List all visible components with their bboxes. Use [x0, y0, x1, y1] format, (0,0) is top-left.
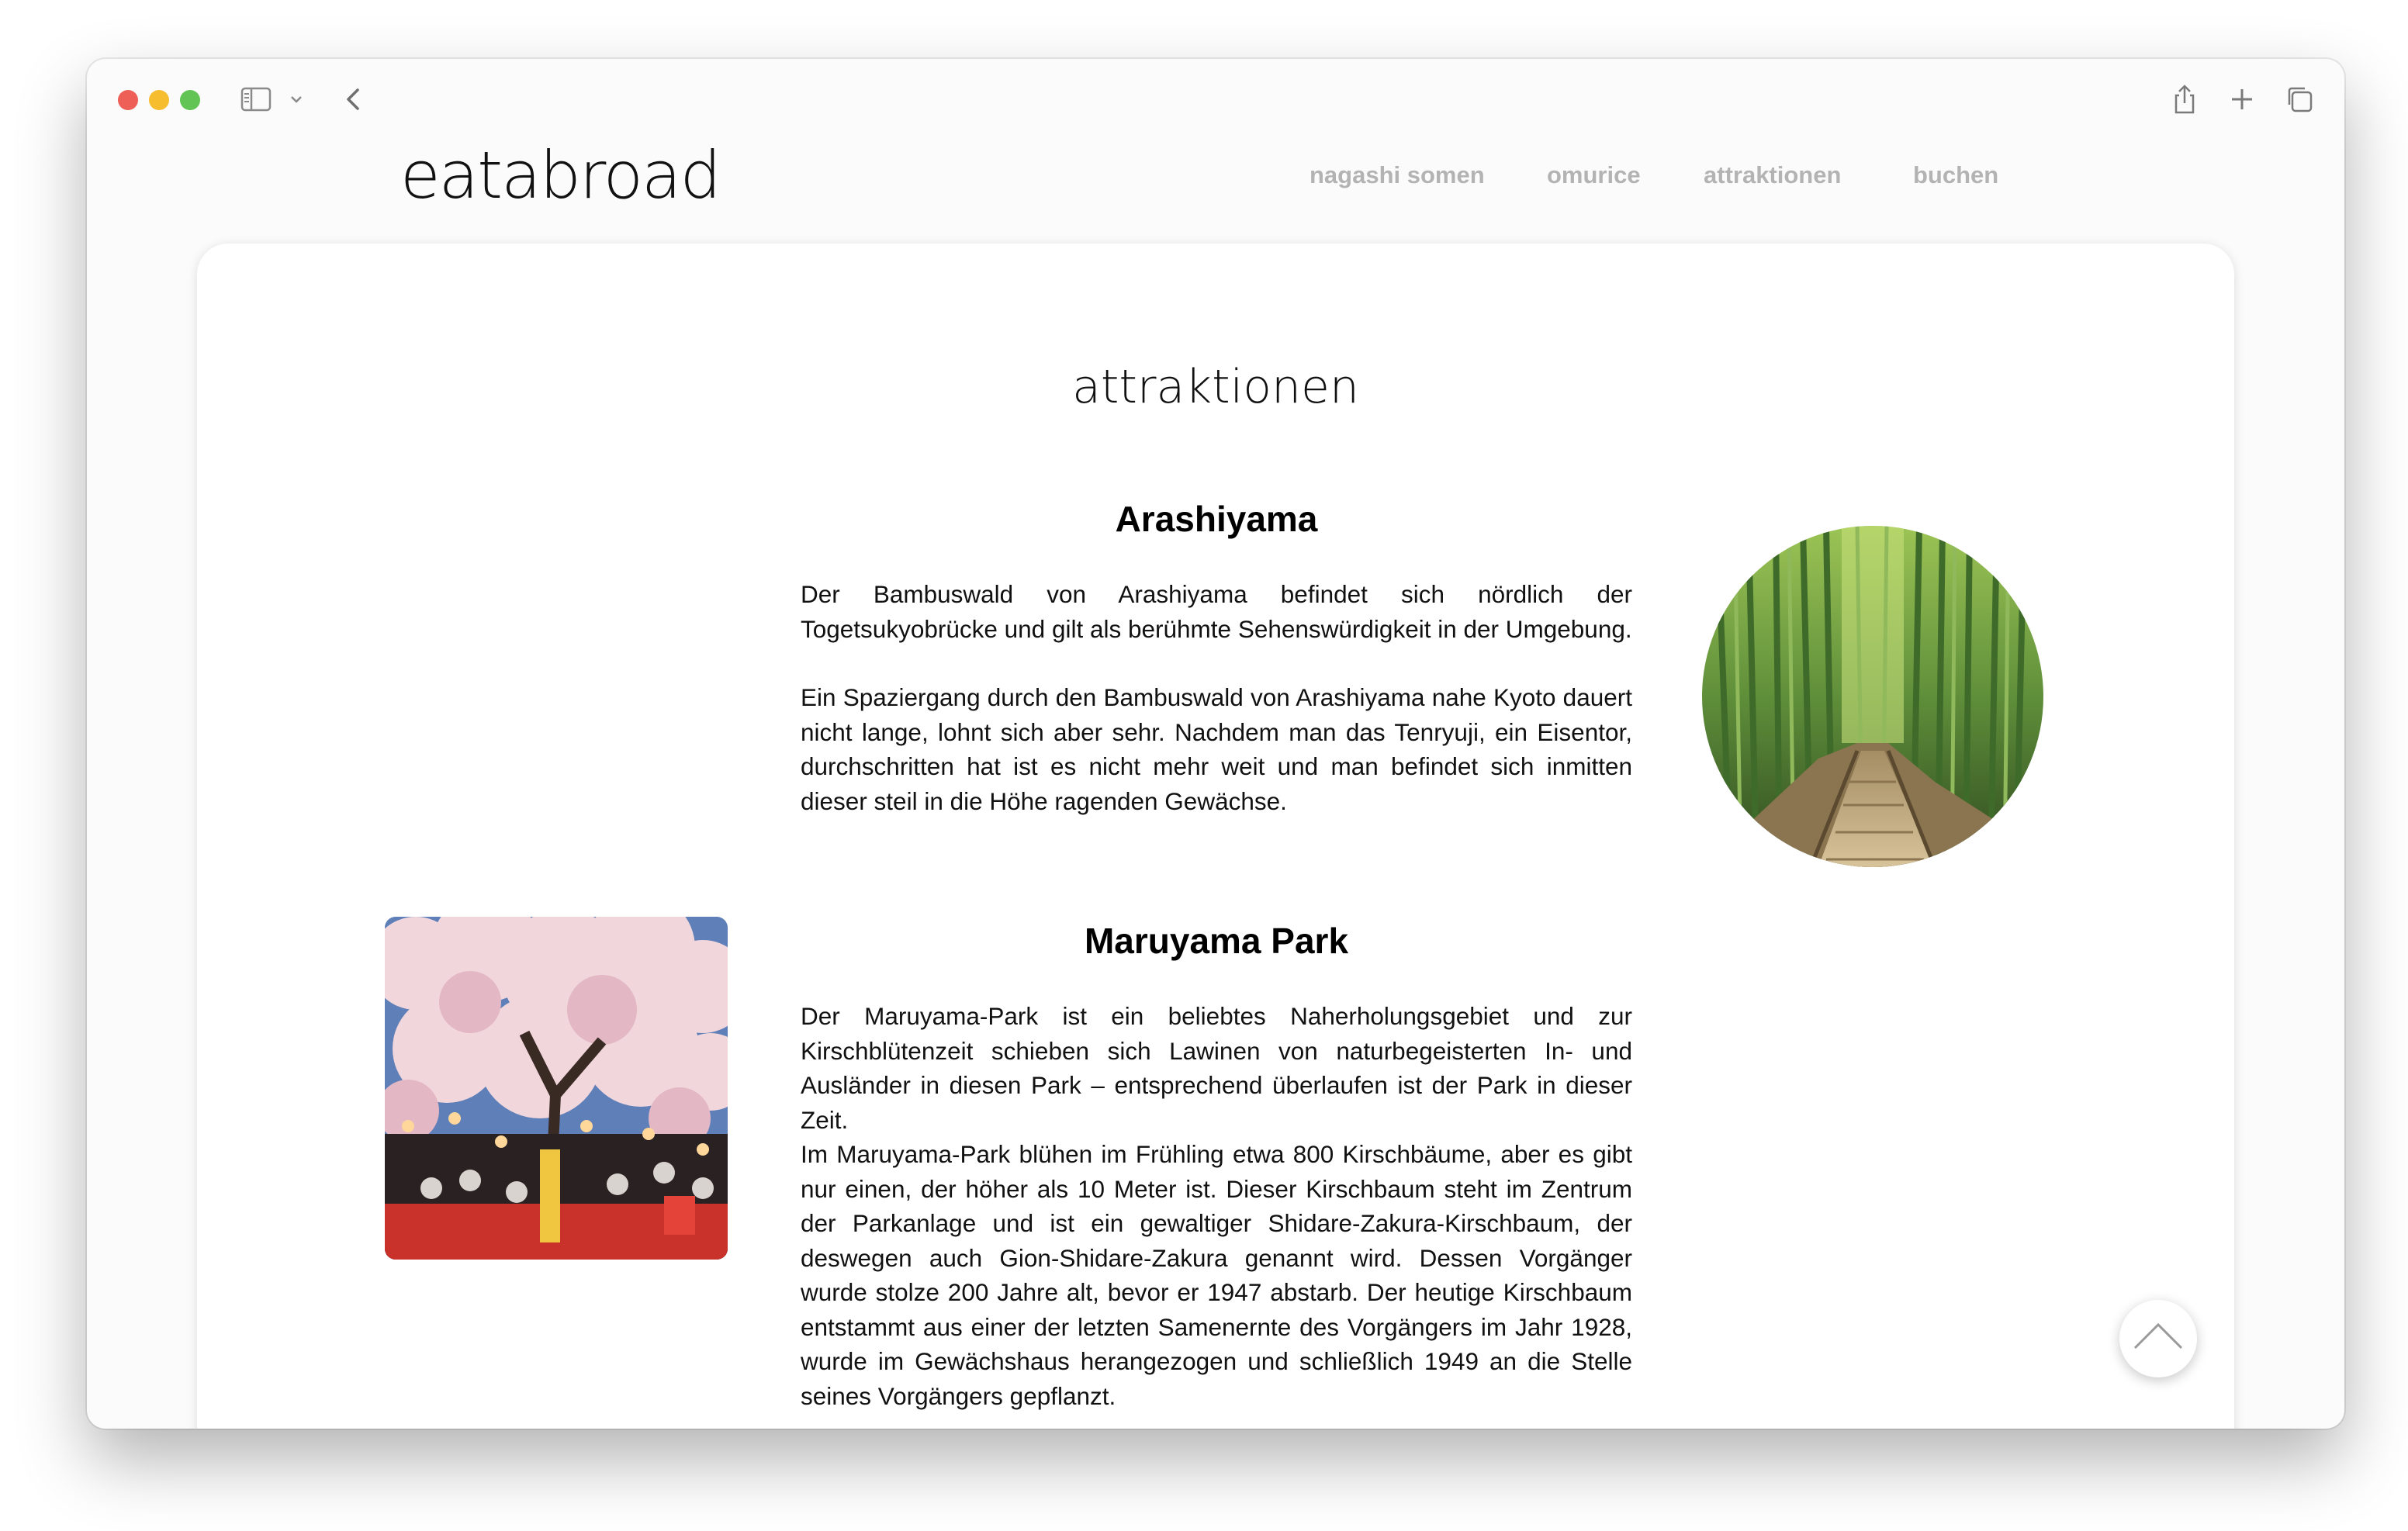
page-title: attraktionen: [1072, 360, 1359, 414]
section-paragraph: Der Bambuswald von Arashiyama befindet s…: [801, 580, 1632, 643]
sidebar-icon[interactable]: [239, 82, 273, 116]
minimize-window-button[interactable]: [149, 90, 169, 110]
section-heading-maruyama-park: Maruyama Park: [1084, 921, 1349, 961]
nav-link-nagashi-somen[interactable]: nagashi somen: [1310, 161, 1485, 189]
nav-link-attraktionen[interactable]: attraktionen: [1704, 161, 1841, 189]
nav-link-omurice[interactable]: omurice: [1547, 161, 1641, 189]
section-paragraph: Der Maruyama-Park ist ein beliebtes Nahe…: [801, 1002, 1632, 1134]
share-icon[interactable]: [2168, 82, 2202, 116]
cherry-blossom-image: [385, 917, 728, 1260]
section-paragraph: Ein Spaziergang durch den Bambuswald von…: [801, 683, 1632, 815]
back-arrow-icon[interactable]: [337, 82, 371, 116]
browser-window: eatabroad nagashi somen omurice attrakti…: [87, 59, 2344, 1429]
zoom-window-button[interactable]: [180, 90, 200, 110]
close-window-button[interactable]: [118, 90, 138, 110]
scroll-to-top-button[interactable]: [2119, 1300, 2197, 1377]
new-tab-plus-icon[interactable]: [2225, 82, 2259, 116]
site-logo[interactable]: eatabroad: [400, 143, 721, 208]
browser-toolbar: [87, 59, 2344, 137]
section-heading-arashiyama: Arashiyama: [1115, 499, 1318, 539]
chevron-down-icon[interactable]: [285, 82, 307, 116]
section-paragraph: Im Maruyama-Park blühen im Frühling etwa…: [801, 1140, 1632, 1410]
bamboo-forest-image: [1702, 526, 2043, 867]
nav-link-buchen[interactable]: buchen: [1913, 161, 1998, 189]
chevron-up-icon: [2133, 1322, 2183, 1350]
tabs-overview-icon[interactable]: [2282, 82, 2316, 116]
